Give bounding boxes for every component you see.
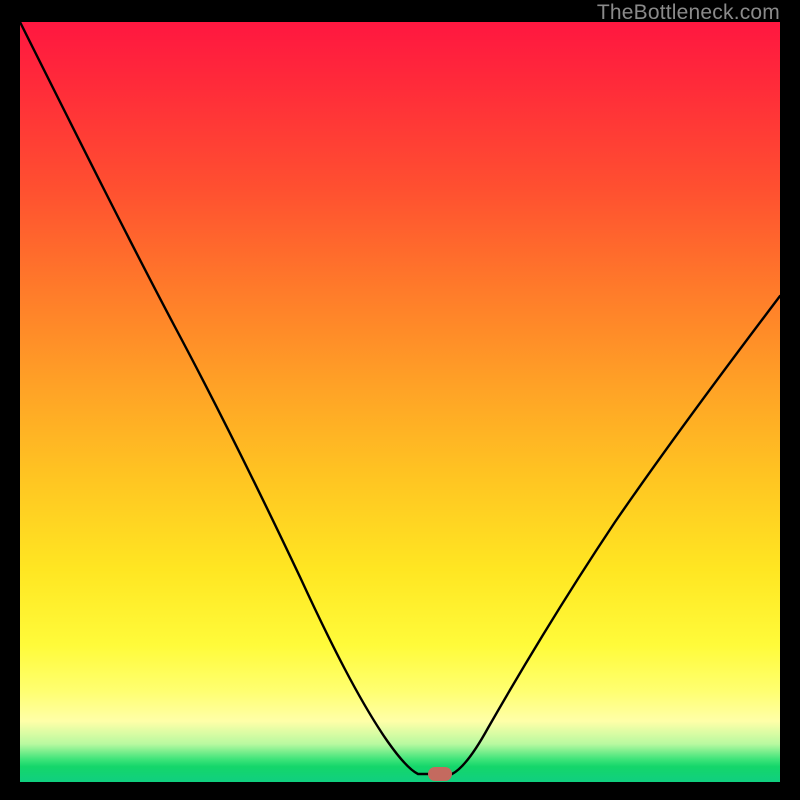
curve-layer <box>20 22 780 782</box>
min-marker <box>428 767 452 781</box>
watermark-text: TheBottleneck.com <box>597 1 780 25</box>
chart-frame: TheBottleneck.com <box>0 0 800 800</box>
bottleneck-curve <box>20 22 780 774</box>
plot-area <box>20 22 780 782</box>
